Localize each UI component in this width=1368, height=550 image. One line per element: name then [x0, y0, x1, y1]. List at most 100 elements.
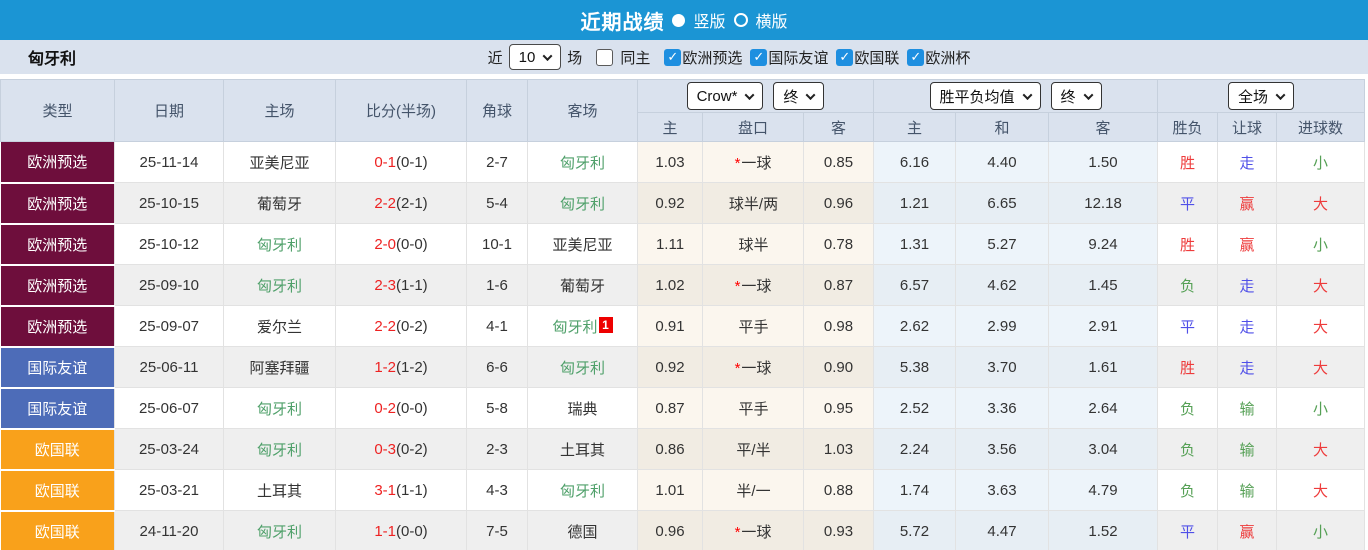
horizontal-layout-label[interactable]: 横版 — [756, 8, 788, 32]
half-time-score: (1-1) — [396, 481, 428, 499]
result: 平 — [1157, 510, 1219, 550]
sub-header-avg-away: 客 — [1048, 112, 1159, 142]
away-cell: 匈牙利 1 — [527, 305, 638, 347]
avg-draw: 3.63 — [955, 469, 1050, 511]
match-date: 25-09-10 — [114, 264, 224, 306]
titlebar: 近期战绩 竖版 横版 — [0, 0, 1368, 40]
avg-away: 1.45 — [1048, 264, 1159, 306]
handicap: 一球 — [741, 154, 772, 172]
corners: 10-1 — [466, 223, 528, 265]
goals-result: 大 — [1276, 264, 1366, 306]
filter-controls: 近 10 场 同主 ✓ 欧洲预选 ✓ 国际友谊 ✓ 欧国联 ✓ 欧洲杯 — [487, 44, 970, 70]
competition-checkbox[interactable]: ✓ — [664, 48, 682, 66]
full-time-score: 1-1 — [374, 522, 396, 540]
sub-header-handicap: 盘口 — [702, 112, 804, 142]
goals-result: 小 — [1276, 141, 1366, 183]
corners: 6-6 — [466, 346, 528, 388]
vertical-layout-radio[interactable] — [672, 13, 686, 27]
away-cell: 匈牙利 — [527, 469, 638, 511]
match-type-badge: 欧洲预选 — [0, 223, 115, 266]
odds-away: 0.88 — [802, 469, 875, 511]
half-time-score: (1-1) — [396, 276, 428, 294]
star-icon: * — [734, 154, 741, 172]
home-team: 匈牙利 — [223, 387, 336, 429]
competition-checkbox[interactable]: ✓ — [836, 48, 854, 66]
handicap: 球半 — [738, 236, 769, 254]
competition-checkbox[interactable]: ✓ — [750, 48, 768, 66]
chevron-down-icon — [1022, 89, 1032, 100]
away-team: 匈牙利 — [559, 359, 605, 377]
corners: 1-6 — [466, 264, 528, 306]
corners: 5-4 — [466, 182, 528, 224]
home-team: 土耳其 — [223, 469, 336, 511]
away-cell: 匈牙利 — [527, 182, 638, 224]
star-icon: * — [734, 523, 741, 541]
recent-count-select[interactable]: 10 — [508, 44, 562, 70]
home-team: 匈牙利 — [223, 510, 336, 550]
competition-label[interactable]: 国际友谊 — [768, 47, 828, 68]
corners: 5-8 — [466, 387, 528, 429]
match-type-badge: 欧洲预选 — [0, 305, 115, 348]
handicap: 球半/两 — [728, 195, 779, 213]
handicap: 平手 — [738, 318, 769, 336]
col-header-home: 主场 — [223, 79, 336, 142]
avg-draw: 2.99 — [955, 305, 1050, 347]
full-time-score: 0-1 — [374, 153, 396, 171]
result: 平 — [1157, 305, 1219, 347]
scope-select[interactable]: 全场 — [1228, 82, 1295, 110]
star-icon: * — [734, 277, 741, 295]
competition-filters: ✓ 欧洲预选 ✓ 国际友谊 ✓ 欧国联 ✓ 欧洲杯 — [656, 47, 970, 68]
match-date: 25-06-07 — [114, 387, 224, 429]
away-team: 匈牙利 — [559, 154, 605, 172]
avg-away: 12.18 — [1048, 182, 1159, 224]
half-time-score: (0-0) — [396, 235, 428, 253]
match-type-badge: 欧洲预选 — [0, 264, 115, 307]
same-home-label[interactable]: 同主 — [620, 47, 650, 68]
result: 负 — [1157, 428, 1219, 470]
avg-draw: 4.40 — [955, 141, 1050, 183]
home-team: 匈牙利 — [223, 223, 336, 265]
full-time-score: 2-0 — [374, 235, 396, 253]
goals-result: 小 — [1276, 387, 1366, 429]
result: 负 — [1157, 387, 1219, 429]
away-team: 葡萄牙 — [559, 277, 605, 295]
handicap-cell: *一球 — [702, 264, 804, 306]
avg-draw: 6.65 — [955, 182, 1050, 224]
competition-label[interactable]: 欧洲杯 — [925, 47, 970, 68]
chevron-down-icon — [1083, 89, 1093, 100]
bookmaker-value: Crow* — [696, 87, 738, 105]
horizontal-layout-radio[interactable] — [733, 13, 748, 27]
avg-time-select[interactable]: 终 — [1050, 82, 1102, 110]
same-home-checkbox[interactable] — [596, 48, 614, 66]
result: 胜 — [1157, 346, 1219, 388]
avg-type-select[interactable]: 胜平负均值 — [929, 82, 1041, 110]
half-time-score: (0-0) — [396, 399, 428, 417]
match-date: 25-03-24 — [114, 428, 224, 470]
handicap-cell: 半/一 — [702, 469, 804, 511]
odds-home: 0.92 — [637, 346, 703, 388]
odds-home: 0.96 — [637, 510, 703, 550]
match-type-badge: 欧国联 — [0, 510, 115, 550]
away-cell: 亚美尼亚 — [527, 223, 638, 265]
star-icon: * — [734, 359, 741, 377]
col-header-score: 比分(半场) — [335, 79, 467, 142]
result: 负 — [1157, 469, 1219, 511]
avg-type-value: 胜平负均值 — [939, 88, 1015, 106]
competition-label[interactable]: 欧国联 — [854, 47, 899, 68]
handicap-cell: 平/半 — [702, 428, 804, 470]
away-team: 瑞典 — [567, 400, 598, 418]
handicap-result: 输 — [1217, 387, 1278, 429]
odds-away: 0.87 — [802, 264, 875, 306]
match-date: 24-11-20 — [114, 510, 224, 550]
bookmaker-select[interactable]: Crow* — [686, 82, 764, 110]
sub-header-odds-home: 主 — [637, 112, 703, 142]
near-label: 近 — [487, 49, 503, 67]
vertical-layout-label[interactable]: 竖版 — [693, 8, 725, 32]
competition-label[interactable]: 欧洲预选 — [682, 47, 742, 68]
handicap-result: 输 — [1217, 428, 1278, 470]
odds-time-select[interactable]: 终 — [773, 82, 825, 110]
competition-checkbox[interactable]: ✓ — [907, 48, 925, 66]
handicap-cell: 球半/两 — [702, 182, 804, 224]
away-cell: 瑞典 — [527, 387, 638, 429]
full-time-score: 2-3 — [374, 276, 396, 294]
